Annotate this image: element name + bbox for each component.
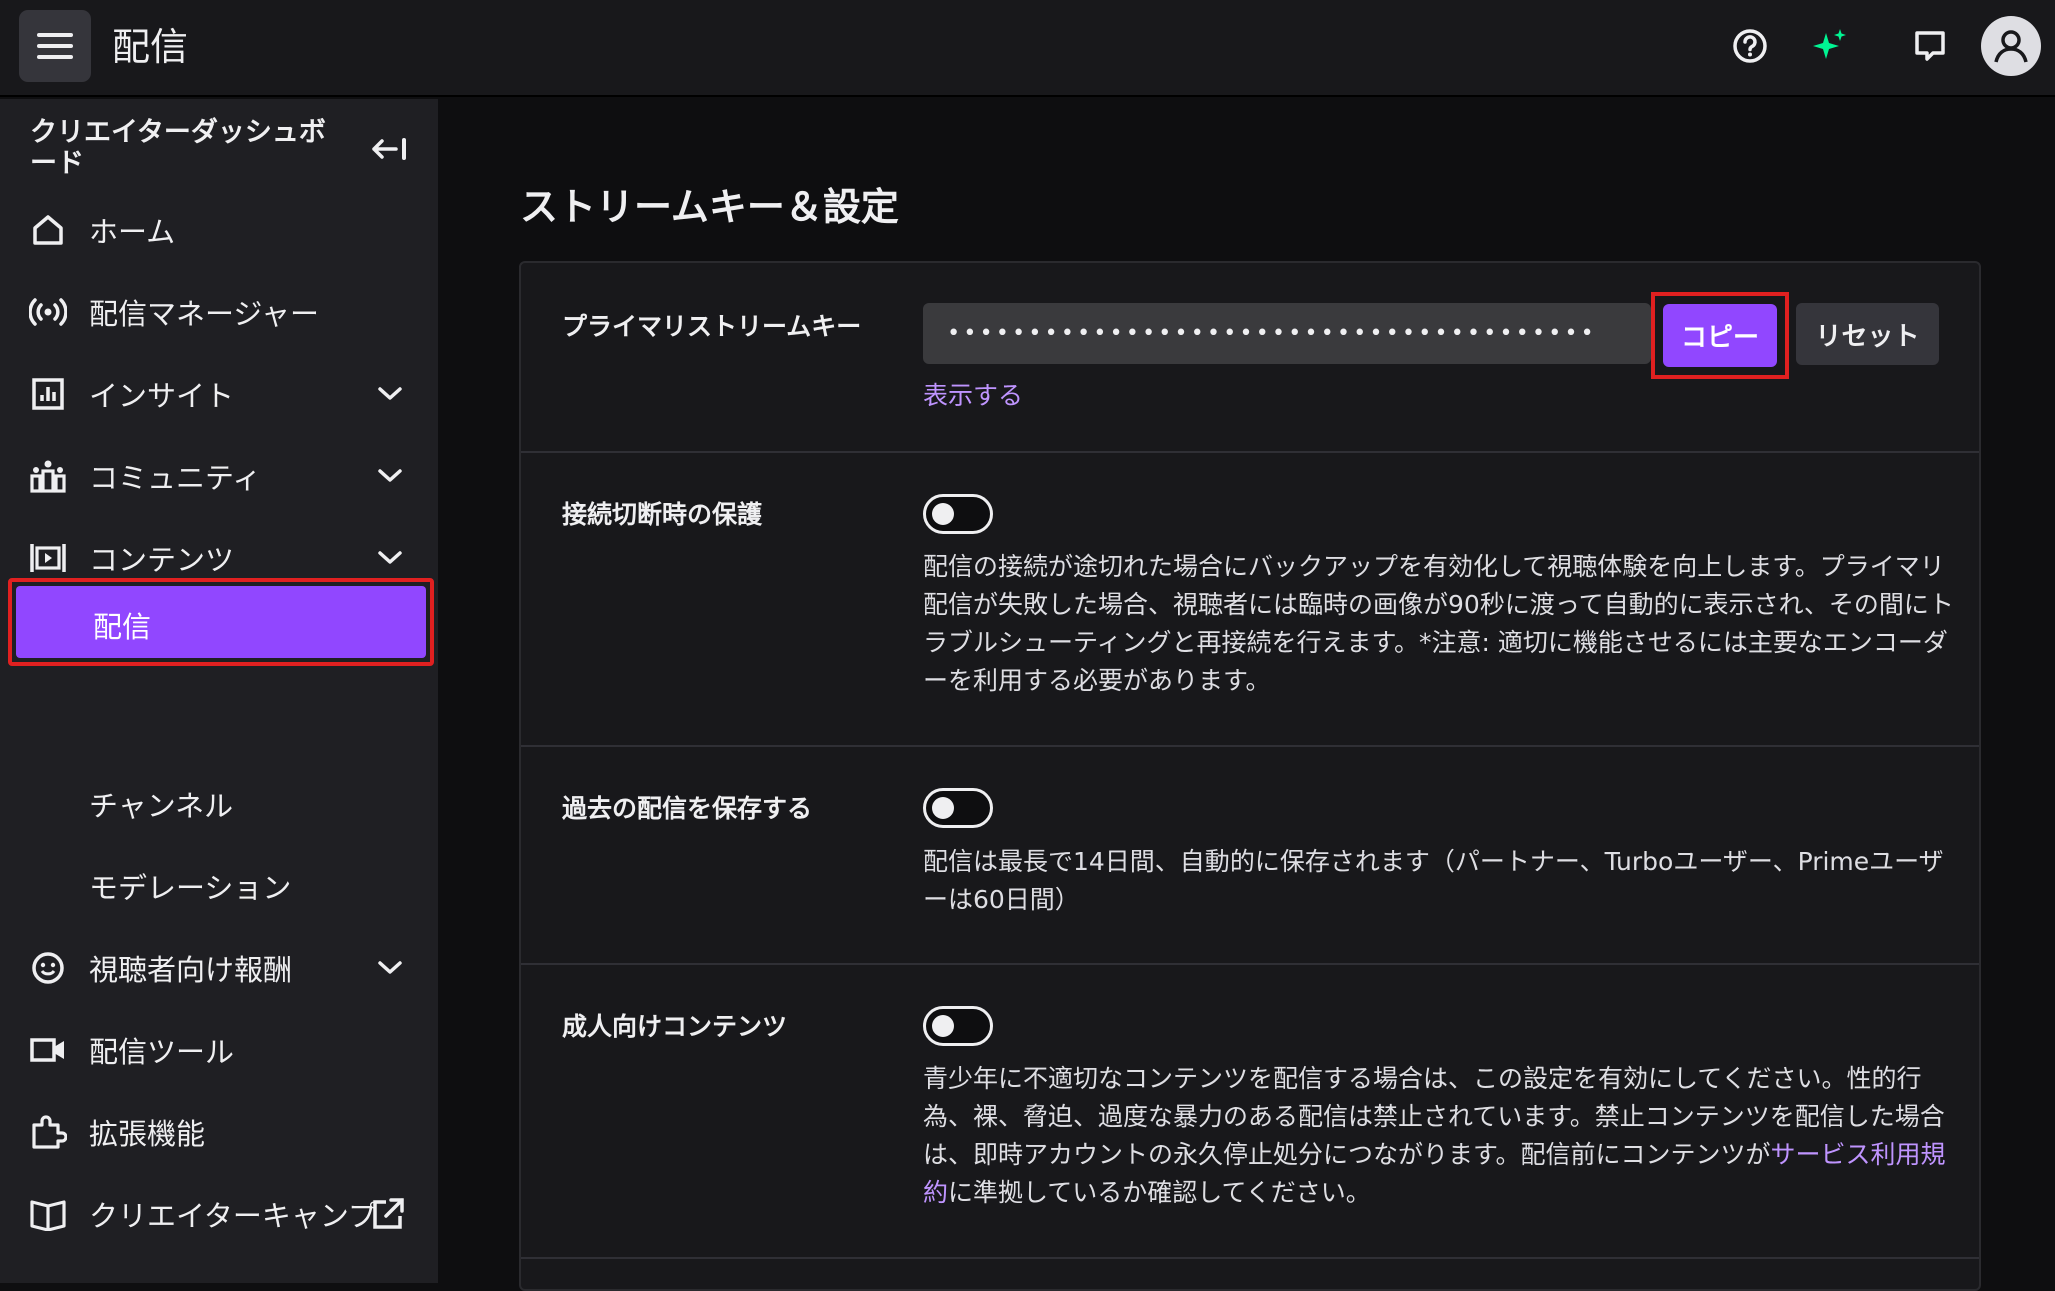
- collapse-sidebar-button[interactable]: [370, 129, 410, 169]
- sidebar-item-label: コンテンツ: [89, 543, 235, 577]
- collapse-icon: [372, 138, 406, 160]
- disconnect-protection-label: 接続切断時の保護: [562, 500, 763, 529]
- active-item-background: [16, 586, 426, 658]
- sidebar-item-label: 拡張機能: [89, 1117, 206, 1151]
- sidebar-item-label: クリエイターキャンプ: [89, 1199, 377, 1233]
- copy-button[interactable]: コピー: [1663, 304, 1777, 367]
- sparkle-button[interactable]: [1806, 22, 1854, 70]
- sidebar-item-label: コミュニティ: [89, 461, 262, 495]
- community-icon: [28, 456, 68, 496]
- help-icon: [1733, 29, 1767, 63]
- user-icon: [1994, 30, 2028, 63]
- sidebar-item-channel[interactable]: チャンネル: [0, 764, 438, 844]
- settings-card: プライマリストリームキー •••••••••••••••••••••••••••…: [519, 261, 1981, 1291]
- sidebar-item-moderation[interactable]: モデレーション: [0, 846, 438, 926]
- copy-highlight: コピー: [1651, 292, 1789, 379]
- help-button[interactable]: [1726, 22, 1774, 70]
- broadcast-icon: [28, 292, 68, 332]
- avatar[interactable]: [1981, 16, 2041, 76]
- toggle-knob: [932, 503, 954, 525]
- sidebar-item-stream-manager[interactable]: 配信マネージャー: [0, 272, 438, 352]
- chevron-down-icon: [372, 458, 408, 494]
- show-key-link[interactable]: 表示する: [923, 376, 1023, 412]
- sidebar-item-home[interactable]: ホーム: [0, 190, 438, 270]
- main-title: ストリームキー＆設定: [520, 185, 899, 229]
- sidebar-item-label: ホーム: [89, 215, 176, 249]
- sidebar-title: クリエイターダッシュボード: [30, 117, 326, 179]
- page-title: 配信: [112, 25, 189, 69]
- mature-content-description: 青少年に不適切なコンテンツを配信する場合は、この設定を有効にしてください。性的行…: [923, 1060, 1963, 1212]
- whispers-button[interactable]: [1906, 22, 1954, 70]
- sidebar-item-stream[interactable]: 配信: [8, 578, 434, 666]
- smile-icon: [28, 948, 68, 988]
- sidebar-item-label: インサイト: [89, 379, 235, 413]
- chart-icon: [28, 374, 68, 414]
- disconnect-protection-row: 接続切断時の保護 配信の接続が途切れた場合にバックアップを有効化して視聴体験を向…: [521, 453, 1979, 747]
- sparkle-icon: [1813, 29, 1846, 59]
- store-past-broadcasts-description: 配信は最長で14日間、自動的に保存されます（パートナー、Turboユーザー、Pr…: [923, 847, 1944, 914]
- external-link-icon: [370, 1196, 406, 1232]
- sidebar-item-label: 視聴者向け報酬: [89, 953, 293, 987]
- puzzle-icon: [28, 1112, 68, 1152]
- chevron-down-icon: [372, 376, 408, 412]
- reset-button[interactable]: リセット: [1796, 303, 1939, 365]
- mature-content-row: 成人向けコンテンツ 青少年に不適切なコンテンツを配信する場合は、この設定を有効に…: [521, 965, 1979, 1259]
- store-past-broadcasts-label: 過去の配信を保存する: [562, 794, 813, 823]
- sidebar-item-community[interactable]: コミュニティ: [0, 436, 438, 516]
- store-past-broadcasts-row: 過去の配信を保存する 配信は最長で14日間、自動的に保存されます（パートナー、T…: [521, 747, 1979, 965]
- camera-icon: [28, 1030, 68, 1070]
- mature-content-label: 成人向けコンテンツ: [562, 1012, 788, 1041]
- stream-key-label: プライマリストリームキー: [562, 312, 862, 341]
- home-icon: [28, 210, 68, 250]
- sidebar-item-extensions[interactable]: 拡張機能: [0, 1092, 438, 1172]
- store-past-broadcasts-toggle[interactable]: [923, 788, 993, 828]
- stream-key-field[interactable]: ••••••••••••••••••••••••••••••••••••••••: [923, 303, 1651, 364]
- book-icon: [28, 1194, 68, 1234]
- sidebar-item-label: チャンネル: [89, 789, 234, 823]
- sidebar-item-stream-tools[interactable]: 配信ツール: [0, 1010, 438, 1090]
- chevron-down-icon: [372, 540, 408, 576]
- sidebar-item-label: 配信ツール: [89, 1035, 235, 1069]
- top-bar: 配信: [0, 0, 2055, 97]
- mature-content-text-end: に準拠しているか確認してください。: [948, 1178, 1371, 1207]
- mature-content-toggle[interactable]: [923, 1006, 993, 1046]
- sidebar-item-label: モデレーション: [89, 871, 292, 905]
- toggle-knob: [932, 797, 954, 819]
- whispers-icon: [1915, 31, 1945, 61]
- sidebar-item-creator-camp[interactable]: クリエイターキャンプ: [0, 1174, 438, 1254]
- sidebar-item-label: 配信マネージャー: [89, 297, 319, 331]
- sidebar-item-viewer-rewards[interactable]: 視聴者向け報酬: [0, 928, 438, 1008]
- sidebar-item-insights[interactable]: インサイト: [0, 354, 438, 434]
- disconnect-protection-toggle[interactable]: [923, 494, 993, 534]
- menu-button[interactable]: [19, 10, 91, 82]
- stream-key-row: プライマリストリームキー •••••••••••••••••••••••••••…: [521, 263, 1979, 453]
- disconnect-protection-description: 配信の接続が途切れた場合にバックアップを有効化して視聴体験を向上します。プライマ…: [923, 552, 1954, 695]
- content-icon: [28, 538, 68, 578]
- toggle-knob: [932, 1015, 954, 1037]
- chevron-down-icon: [372, 950, 408, 986]
- menu-icon: [37, 33, 73, 59]
- sidebar-item-label: 配信: [93, 610, 152, 644]
